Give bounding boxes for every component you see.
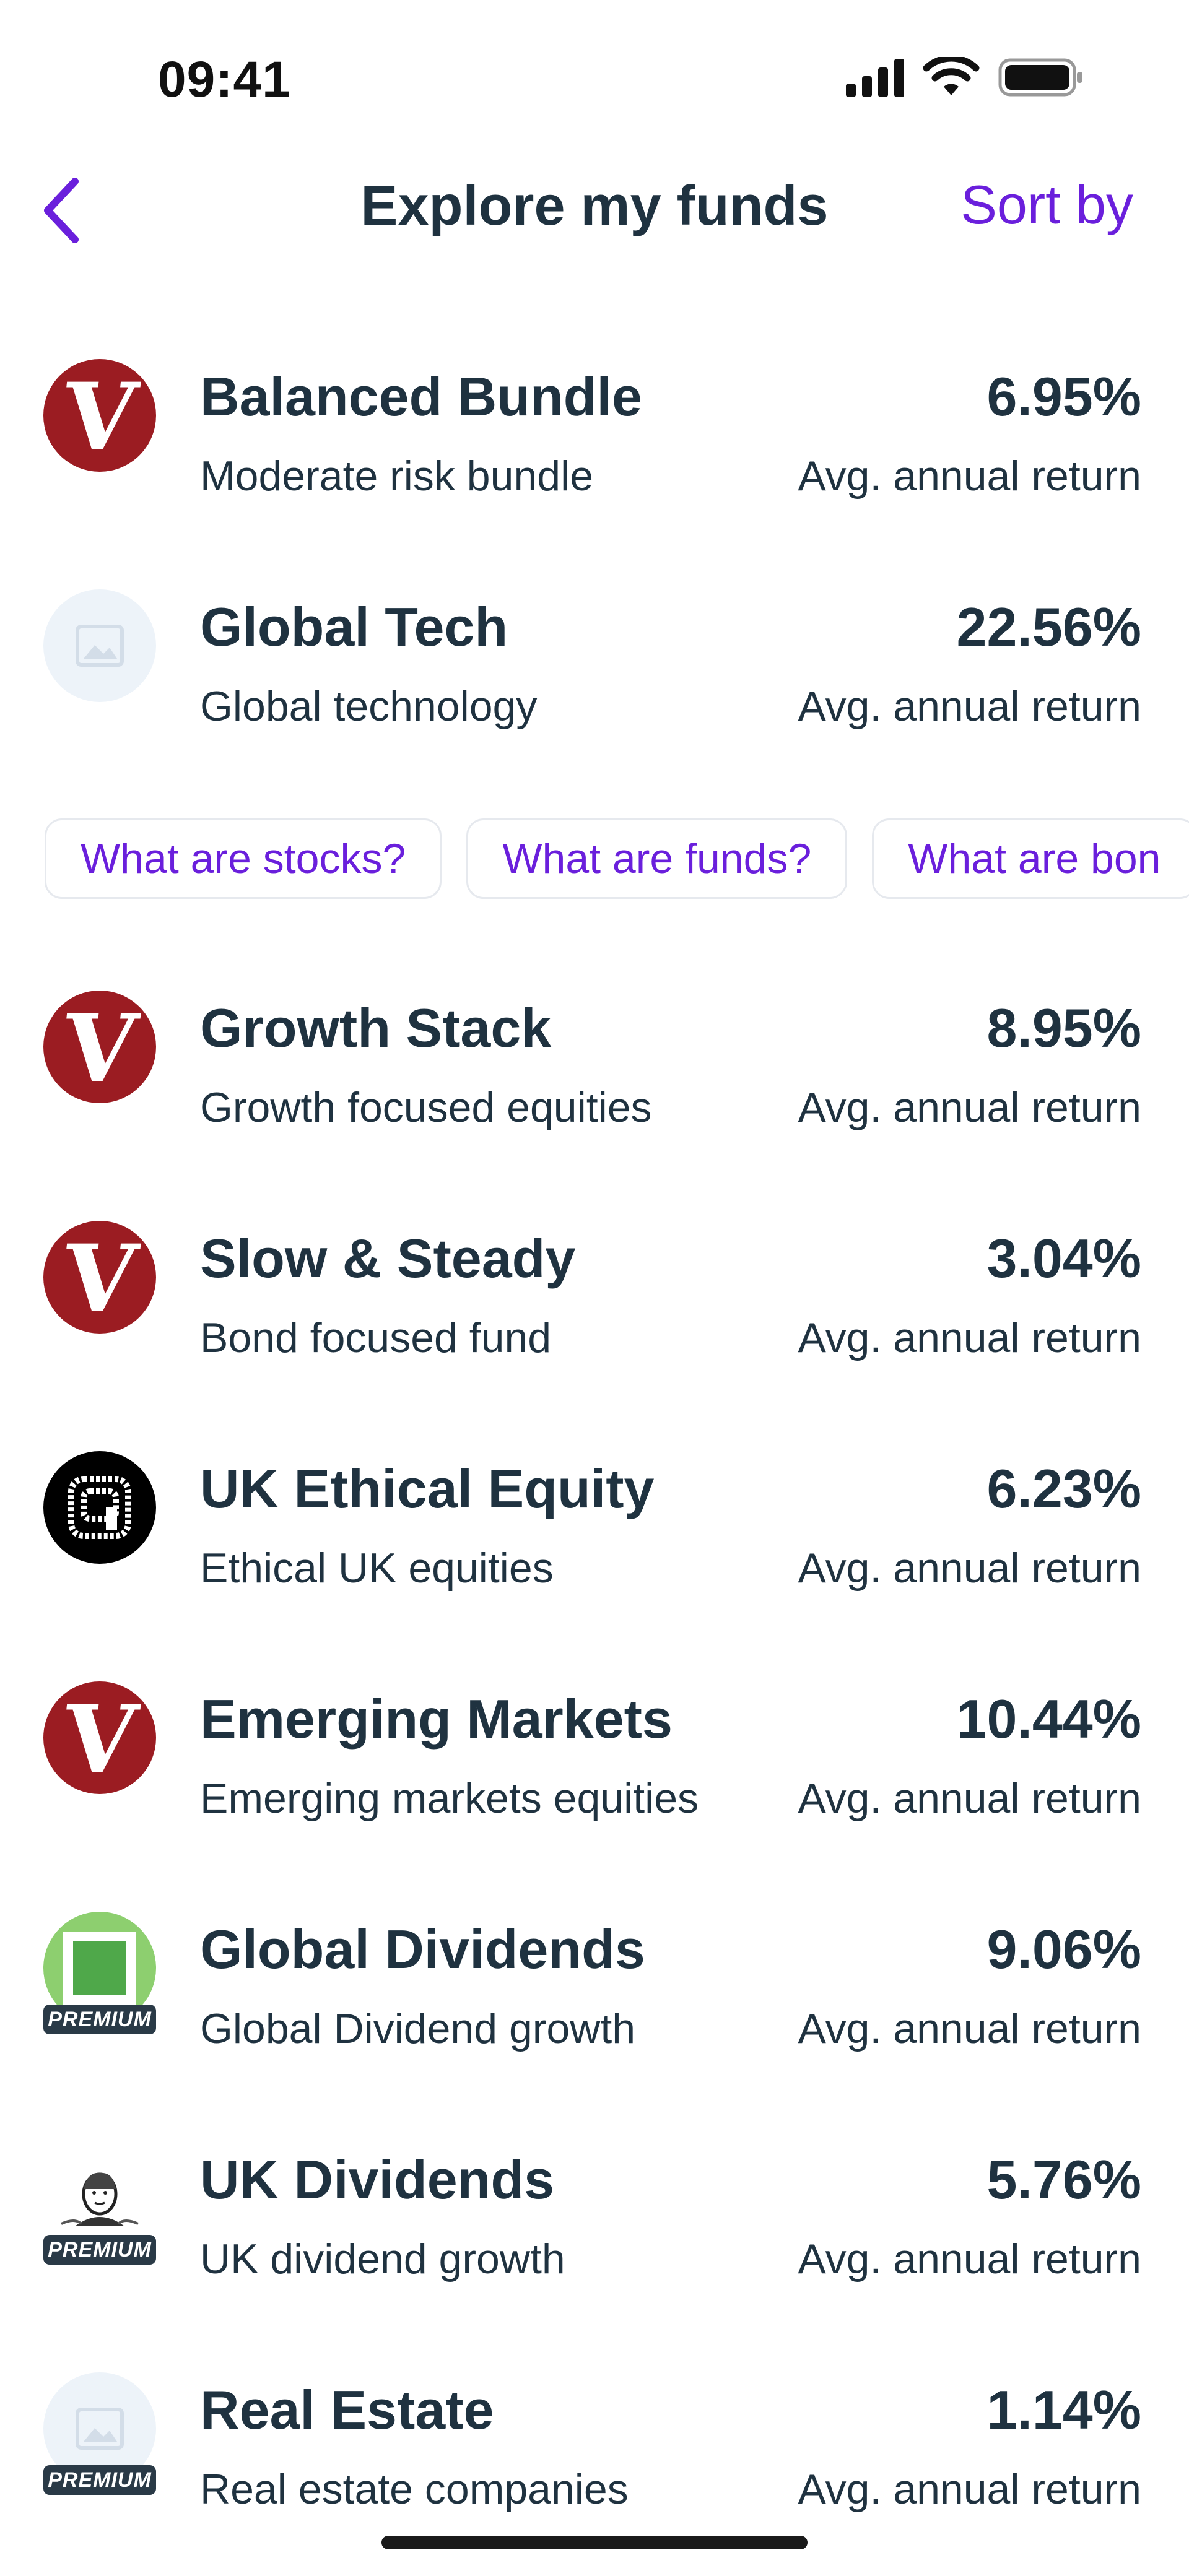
fund-name: Real Estate bbox=[200, 2379, 494, 2440]
fund-row[interactable]: V Growth Stack Growth focused equities 8… bbox=[0, 991, 1189, 1221]
status-time: 09:41 bbox=[158, 51, 291, 108]
fund-row[interactable]: UK Ethical Equity Ethical UK equities 6.… bbox=[0, 1451, 1189, 1681]
fund-description: UK dividend growth bbox=[200, 2236, 565, 2283]
nav-bar: Explore my funds Sort by bbox=[0, 149, 1189, 266]
fund-return: 9.06% bbox=[986, 1919, 1141, 1980]
fund-description: Growth focused equities bbox=[200, 1084, 652, 1131]
fund-return-label: Avg. annual return bbox=[798, 2236, 1141, 2283]
fund-return: 6.95% bbox=[986, 366, 1141, 427]
fund-description: Global technology bbox=[200, 683, 538, 730]
chip-what-are-stocks[interactable]: What are stocks? bbox=[45, 818, 442, 899]
chip-what-are-bonds[interactable]: What are bon bbox=[872, 818, 1189, 899]
fund-return: 3.04% bbox=[986, 1228, 1141, 1289]
status-icons bbox=[846, 57, 1085, 98]
fund-return: 1.14% bbox=[986, 2379, 1141, 2440]
vanguard-logo-icon: V bbox=[43, 1681, 156, 1794]
status-bar: 09:41 bbox=[0, 0, 1189, 149]
fund-description: Real estate companies bbox=[200, 2466, 629, 2513]
fund-return: 10.44% bbox=[956, 1688, 1141, 1750]
fund-return: 6.23% bbox=[986, 1458, 1141, 1519]
fund-row[interactable]: V Emerging Markets Emerging markets equi… bbox=[0, 1681, 1189, 1912]
topic-chips: What are stocks? What are funds? What ar… bbox=[45, 818, 1189, 899]
fund-row[interactable]: PREMIUM UK Dividends UK dividend growth … bbox=[0, 2142, 1189, 2372]
fund-name: Global Dividends bbox=[200, 1919, 645, 1980]
fund-name: Growth Stack bbox=[200, 997, 552, 1059]
fund-description: Ethical UK equities bbox=[200, 1545, 554, 1592]
fund-name: Global Tech bbox=[200, 596, 508, 657]
fund-return-label: Avg. annual return bbox=[798, 2466, 1141, 2513]
fund-return: 5.76% bbox=[986, 2149, 1141, 2210]
fund-name: UK Ethical Equity bbox=[200, 1458, 655, 1519]
vanguard-logo-icon: V bbox=[43, 991, 156, 1103]
fund-list-top: V Balanced Bundle Moderate risk bundle 6… bbox=[0, 359, 1189, 820]
fund-name: UK Dividends bbox=[200, 2149, 555, 2210]
fund-return-label: Avg. annual return bbox=[798, 2005, 1141, 2052]
ethical-logo-icon bbox=[43, 1451, 156, 1564]
fund-description: Emerging markets equities bbox=[200, 1775, 699, 1822]
fund-name: Emerging Markets bbox=[200, 1688, 673, 1750]
chip-what-are-funds[interactable]: What are funds? bbox=[466, 818, 848, 899]
premium-badge: PREMIUM bbox=[43, 2465, 156, 2495]
battery-icon bbox=[998, 58, 1082, 97]
fund-row[interactable]: PREMIUM Global Dividends Global Dividend… bbox=[0, 1912, 1189, 2142]
fund-return-label: Avg. annual return bbox=[798, 1545, 1141, 1592]
premium-badge: PREMIUM bbox=[43, 2005, 156, 2034]
image-placeholder-icon bbox=[43, 589, 156, 702]
fund-return-label: Avg. annual return bbox=[798, 1314, 1141, 1361]
fund-name: Balanced Bundle bbox=[200, 366, 642, 427]
fund-description: Moderate risk bundle bbox=[200, 453, 594, 500]
wifi-icon bbox=[923, 57, 980, 95]
fund-description: Bond focused fund bbox=[200, 1314, 552, 1361]
fund-return-label: Avg. annual return bbox=[798, 1084, 1141, 1131]
vanguard-logo-icon: V bbox=[43, 1221, 156, 1334]
fund-row[interactable]: V Slow & Steady Bond focused fund 3.04% … bbox=[0, 1221, 1189, 1451]
fund-return-label: Avg. annual return bbox=[798, 1775, 1141, 1822]
fund-row[interactable]: Global Tech Global technology 22.56% Avg… bbox=[0, 589, 1189, 820]
fund-return: 8.95% bbox=[986, 997, 1141, 1059]
fund-return: 22.56% bbox=[956, 596, 1141, 657]
home-indicator[interactable] bbox=[381, 2536, 808, 2549]
cellular-signal-icon bbox=[846, 58, 904, 97]
fund-return-label: Avg. annual return bbox=[798, 683, 1141, 730]
fund-list: V Growth Stack Growth focused equities 8… bbox=[0, 991, 1189, 2576]
fund-row[interactable]: V Balanced Bundle Moderate risk bundle 6… bbox=[0, 359, 1189, 589]
vanguard-logo-icon: V bbox=[43, 359, 156, 472]
premium-badge: PREMIUM bbox=[43, 2235, 156, 2265]
fund-name: Slow & Steady bbox=[200, 1228, 576, 1289]
fund-description: Global Dividend growth bbox=[200, 2005, 636, 2052]
fund-return-label: Avg. annual return bbox=[798, 453, 1141, 500]
sort-by-button[interactable]: Sort by bbox=[960, 173, 1133, 236]
